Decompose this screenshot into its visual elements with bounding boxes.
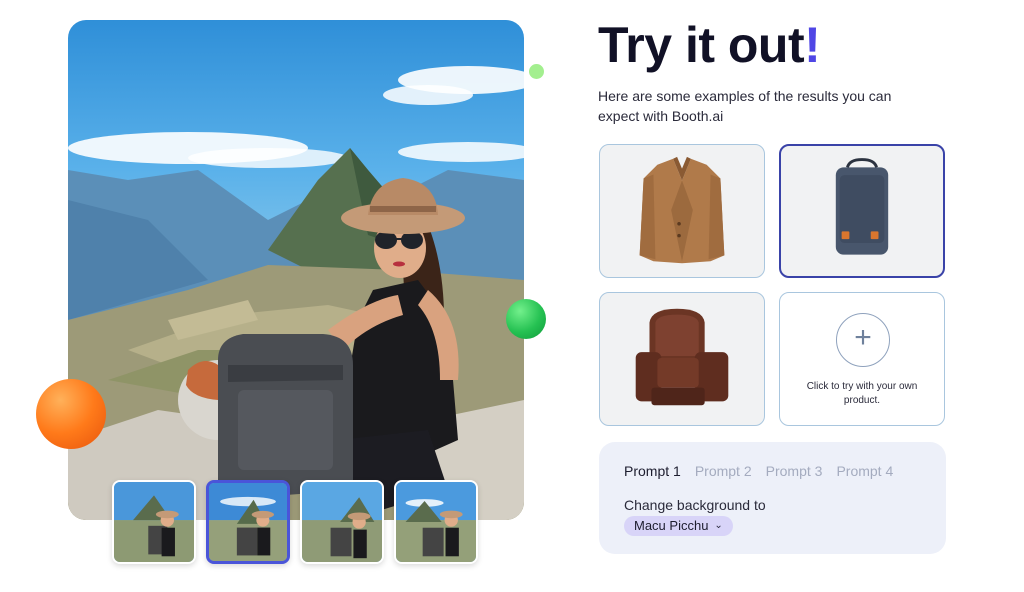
thumbnail-4[interactable] <box>394 480 478 564</box>
decorative-green-orb <box>506 299 546 339</box>
page-subtitle: Here are some examples of the results yo… <box>598 88 892 124</box>
result-thumbnails <box>112 480 482 566</box>
tab-prompt-1[interactable]: Prompt 1 <box>624 463 681 479</box>
page-title-text: Try it out <box>598 17 805 73</box>
tab-prompt-4[interactable]: Prompt 4 <box>836 463 893 479</box>
tab-prompt-2[interactable]: Prompt 2 <box>695 463 752 479</box>
decorative-orange-orb <box>36 379 106 449</box>
backpack-image <box>835 158 889 255</box>
prompt-panel: Prompt 1 Prompt 2 Prompt 3 Prompt 4 Chan… <box>599 442 946 554</box>
page-title-accent: ! <box>804 17 821 73</box>
thumbnail-1[interactable] <box>112 480 196 564</box>
page-title: Try it out! <box>598 16 821 74</box>
thumbnail-4-image <box>396 482 476 562</box>
recliner-image <box>635 308 729 406</box>
thumbnail-2[interactable] <box>206 480 290 564</box>
decorative-lime-dot <box>529 64 544 79</box>
upload-product-text: Click to try with your own product. <box>806 381 918 406</box>
prompt-tabs: Prompt 1 Prompt 2 Prompt 3 Prompt 4 <box>624 463 893 479</box>
jacket-image <box>639 156 725 264</box>
hero-result-image <box>68 20 524 520</box>
product-card-recliner[interactable] <box>599 292 765 426</box>
product-card-backpack[interactable] <box>779 144 945 278</box>
background-dropdown[interactable]: Macu Picchu ⌄ <box>624 516 733 536</box>
prompt-label: Change background to <box>624 497 766 513</box>
hero-photo-illustration <box>68 66 524 520</box>
plus-icon[interactable]: + <box>836 313 890 367</box>
thumbnail-2-image <box>209 483 287 561</box>
tab-prompt-3[interactable]: Prompt 3 <box>766 463 823 479</box>
chevron-down-icon: ⌄ <box>714 520 723 531</box>
upload-product-card[interactable]: + Click to try with your own product. <box>779 292 945 426</box>
background-dropdown-value: Macu Picchu <box>634 518 709 533</box>
thumbnail-3[interactable] <box>300 480 384 564</box>
product-card-jacket[interactable] <box>599 144 765 278</box>
thumbnail-1-image <box>114 482 194 562</box>
thumbnail-3-image <box>302 482 382 562</box>
